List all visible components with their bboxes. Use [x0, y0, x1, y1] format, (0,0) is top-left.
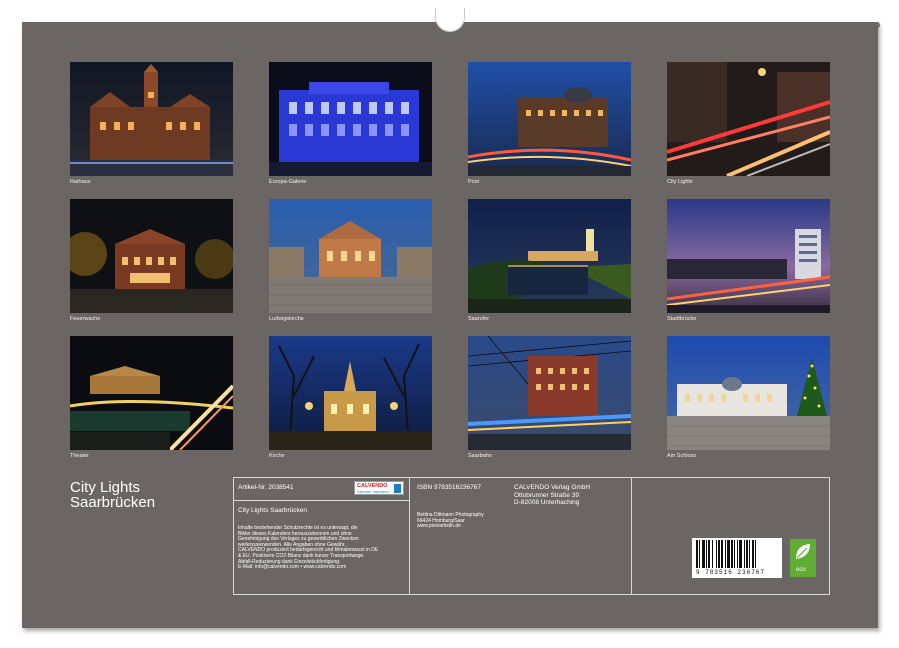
info-box: Artikel-Nr. 2038541 CALVENDO Kalender. I… [233, 477, 830, 595]
caption-city-lights: City Lights [667, 179, 693, 185]
eco-badge: eco [790, 539, 816, 577]
caption-stadtbruecke: Stadtbrücke [667, 316, 697, 322]
author-info: Bettina Dittmann Photography 66424 Hombu… [417, 512, 484, 530]
photo-europa-galerie [269, 62, 432, 176]
caption-am-schloss: Am Schloss [667, 453, 697, 459]
photo-feuerwache [70, 199, 233, 313]
caption-ludwigskirche: Ludwigskirche [269, 316, 304, 322]
caption-europa-galerie: Europa-Galerie [269, 179, 307, 185]
photo-ludwigskirche [269, 199, 432, 313]
photo-saarufer [468, 199, 631, 313]
calendar-title-line2: Saarbrücken [70, 494, 156, 511]
publisher-line: CALVENDO Verlag GmbH [514, 484, 591, 491]
photo-city-lights [667, 62, 830, 176]
photo-theater [70, 336, 233, 450]
publisher-line: D-82008 Unterhaching [514, 499, 580, 506]
publisher-address: CALVENDO Verlag GmbH Ottobrunner Straße … [514, 484, 590, 507]
calvendo-logo-name: CALVENDO [357, 483, 388, 489]
caption-rathaus: Rathaus [70, 179, 91, 185]
calendar-title-small: City Lights Saarbrücken [238, 507, 308, 514]
calvendo-logo-sub: Kalender. Inspiration. [357, 490, 390, 494]
caption-kirche: Kirche [269, 453, 285, 459]
caption-post: Post [468, 179, 480, 185]
eco-label: eco [796, 567, 806, 573]
barcode: 9 783516 236767 [692, 538, 782, 578]
article-number: Artikel-Nr. 2038541 [238, 484, 294, 491]
photo-rathaus [70, 62, 233, 176]
photo-saarbahn [468, 336, 631, 450]
caption-saarbahn: Saarbahn [468, 453, 492, 459]
caption-theater: Theater [70, 453, 89, 459]
barcode-number: 9 783516 236767 [696, 569, 766, 576]
calvendo-logo: CALVENDO Kalender. Inspiration. [354, 481, 404, 495]
isbn: ISBN 9783516236767 [417, 484, 481, 491]
publisher-line: Ottobrunner Straße 39 [514, 491, 580, 499]
photo-post [468, 62, 631, 176]
leaf-icon [796, 544, 810, 559]
caption-saarufer: Saarufer [468, 316, 490, 322]
calvendo-mark-icon [394, 484, 401, 493]
author-line: www.pixelartistin.de [417, 523, 461, 530]
legal-text: Inhalte bestehender Schutzrechte ist es … [238, 525, 378, 571]
calendar-title-line1: City Lights [70, 479, 141, 496]
photo-stadtbruecke [667, 199, 830, 313]
legal-line: E-Mail: info@calvendo.com • www.calvendo… [238, 564, 347, 571]
calendar-sheet: Rathaus Europa-Galerie Post City Lights … [22, 22, 878, 628]
photo-am-schloss [667, 336, 830, 450]
calendar-title: City Lights Saarbrücken [70, 480, 155, 510]
photo-kirche [269, 336, 432, 450]
caption-feuerwache: Feuerwache [70, 316, 101, 322]
